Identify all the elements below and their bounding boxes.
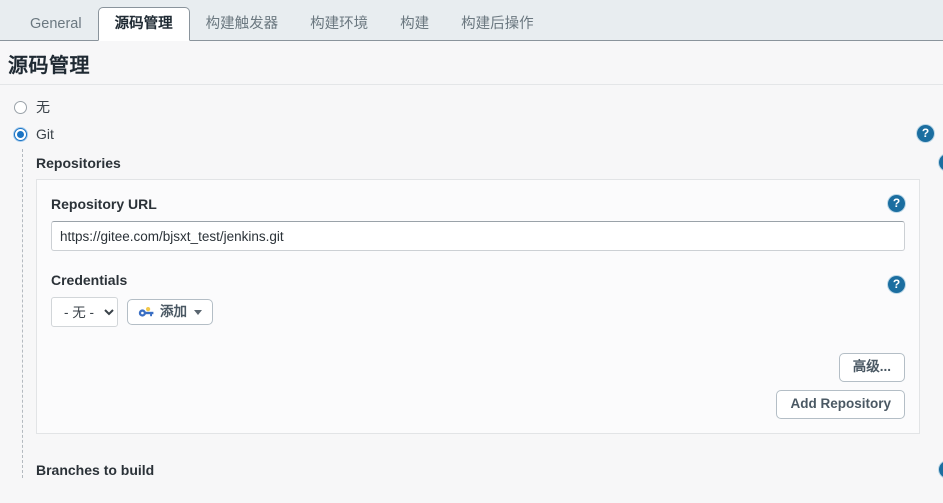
scm-option-none-label: 无 — [36, 99, 50, 115]
chevron-down-icon — [194, 309, 202, 315]
scm-radio-git[interactable] — [14, 127, 27, 141]
scm-option-git-label: Git — [36, 126, 54, 142]
branches-to-build-text: Branches to build — [36, 461, 155, 478]
advanced-button[interactable]: 高级... — [838, 353, 905, 382]
credentials-label-text: Credentials — [51, 272, 128, 288]
repositories-section-label: Repositories ? — [36, 149, 943, 179]
advanced-button-row: 高级... — [51, 353, 905, 382]
help-icon-branches-to-build[interactable]: ? — [939, 460, 943, 478]
repository-panel: Repository URL ? Credentials ? - 无 - — [36, 179, 920, 434]
help-icon-repository-url[interactable]: ? — [888, 195, 905, 212]
git-scm-nested-section: Repositories ? Repository URL ? Credenti… — [22, 149, 943, 478]
branches-to-build-label: Branches to build ? — [36, 434, 943, 478]
repository-url-label-text: Repository URL — [51, 196, 157, 212]
repository-url-input[interactable] — [51, 221, 905, 251]
page-title: 源码管理 — [8, 55, 90, 77]
tab-build-triggers[interactable]: 构建触发器 — [190, 8, 295, 40]
help-icon-git[interactable]: ? — [917, 125, 934, 142]
scm-option-git-row[interactable]: Git ? — [14, 122, 943, 146]
credentials-label: Credentials ? — [51, 272, 905, 293]
repositories-section-text: Repositories — [36, 155, 121, 171]
key-icon — [138, 306, 155, 318]
tab-post-build-actions[interactable]: 构建后操作 — [445, 8, 550, 40]
help-icon-credentials[interactable]: ? — [888, 276, 905, 293]
tab-source-code-management[interactable]: 源码管理 — [97, 7, 190, 41]
add-repository-button[interactable]: Add Repository — [776, 389, 905, 419]
scm-options: 无 Git ? — [0, 85, 943, 146]
tab-general[interactable]: General — [14, 8, 98, 40]
credentials-select[interactable]: - 无 - — [51, 297, 118, 327]
add-credentials-label: 添加 — [160, 303, 187, 319]
tab-build-environment[interactable]: 构建环境 — [294, 8, 384, 40]
config-tab-bar: General 源码管理 构建触发器 构建环境 构建 构建后操作 — [0, 0, 943, 41]
add-credentials-button[interactable]: 添加 — [127, 298, 213, 326]
scm-option-none-row[interactable]: 无 — [14, 95, 943, 119]
help-icon-repositories[interactable]: ? — [939, 154, 943, 171]
add-repository-button-row: Add Repository — [51, 389, 905, 419]
credentials-row: - 无 - 添加 — [51, 297, 905, 327]
tab-build[interactable]: 构建 — [384, 8, 445, 40]
repository-url-label: Repository URL ? — [51, 195, 905, 212]
scm-radio-none[interactable] — [14, 100, 27, 114]
